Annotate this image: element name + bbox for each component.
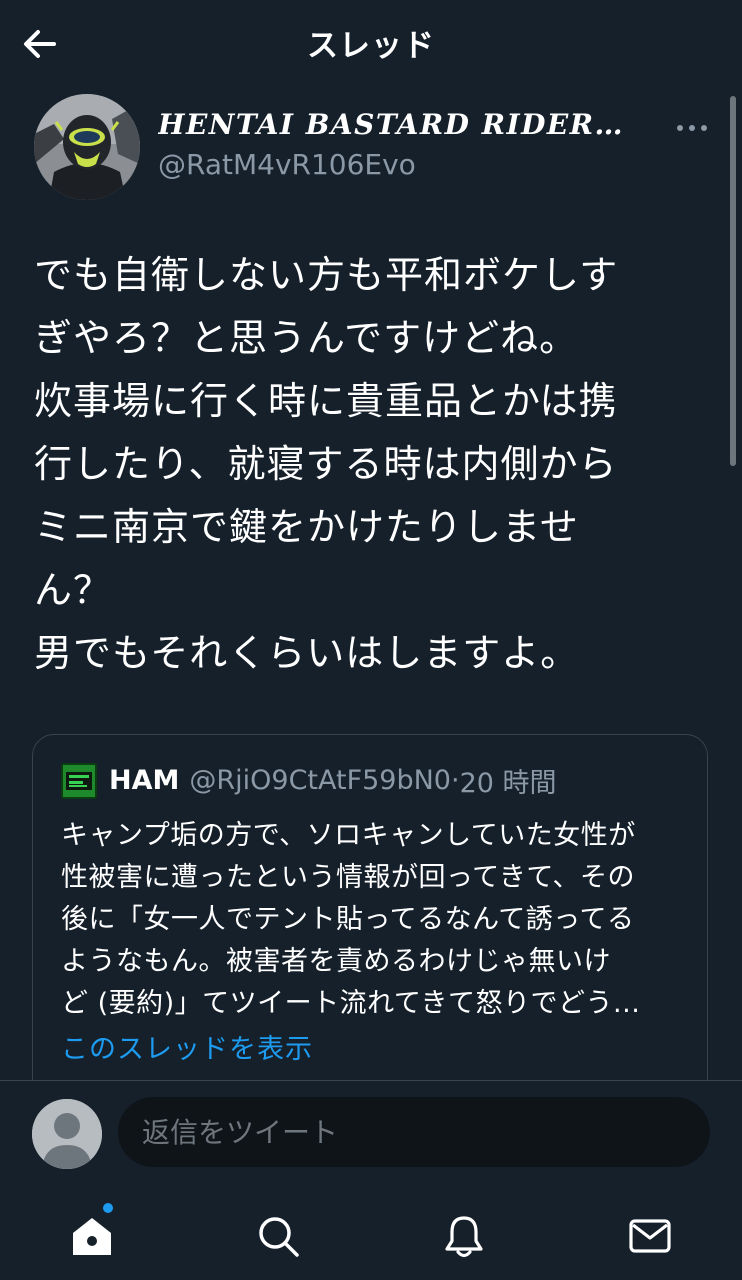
home-icon bbox=[73, 1218, 111, 1255]
tweet-text-line: ミニ南京で鍵をかけたりしませ bbox=[34, 505, 579, 549]
quoted-text-line: キャンプ垢の方で、ソロキャンしていた女性が bbox=[61, 820, 636, 851]
nav-home[interactable] bbox=[64, 1208, 120, 1264]
rider-avatar-image bbox=[34, 94, 140, 200]
nav-messages[interactable] bbox=[622, 1208, 678, 1264]
top-app-bar: スレッド bbox=[0, 0, 742, 88]
tweet-text: でも自衛しない方も平和ボケしす ぎやろ？と思うんですけどね。 炊事場に行く時に貴… bbox=[34, 244, 694, 685]
scrollbar-thumb[interactable] bbox=[730, 96, 736, 466]
tweet-text-line: 男でもそれくらいはしますよ。 bbox=[34, 631, 580, 675]
tweet-text-line: ん？ bbox=[34, 568, 113, 612]
quoted-tweet-text: キャンプ垢の方で、ソロキャンしていた女性が 性被害に遭ったという情報が回ってきて… bbox=[61, 815, 691, 1025]
default-avatar-icon bbox=[32, 1099, 102, 1169]
tweet-text-line: ぎやろ？と思うんですけどね。 bbox=[34, 316, 579, 360]
bell-icon bbox=[445, 1216, 483, 1258]
quoted-text-line: ど (要約)」てツイート流れてきて怒りでどう... bbox=[61, 988, 641, 1019]
page-title: スレッド bbox=[307, 28, 435, 64]
more-options-button[interactable] bbox=[672, 108, 712, 148]
author-avatar[interactable] bbox=[34, 94, 140, 200]
ham-avatar-image bbox=[61, 762, 97, 799]
tweet-text-line: 炊事場に行く時に貴重品とかは携 bbox=[34, 379, 618, 423]
nav-notifications[interactable] bbox=[436, 1208, 492, 1264]
separator-dot: · bbox=[451, 765, 460, 796]
quoted-timestamp: 20 時間 bbox=[459, 768, 557, 799]
unread-indicator bbox=[103, 1203, 113, 1213]
mail-icon bbox=[629, 1219, 671, 1253]
tweet-text-line: でも自衛しない方も平和ボケしす bbox=[34, 253, 619, 297]
quoted-author-name: HAM bbox=[109, 765, 180, 796]
tweet-text-line: 行したり、就寝する時は内側から bbox=[34, 442, 618, 486]
nav-search[interactable] bbox=[250, 1208, 306, 1264]
quoted-tweet-header: HAM @RjiO9CtAtF59bN0 · 20 時間 bbox=[61, 761, 557, 800]
user-avatar[interactable] bbox=[32, 1099, 102, 1169]
quoted-text-line: 後に「女一人でテント貼ってるなんて誘ってる bbox=[61, 904, 635, 935]
search-icon bbox=[259, 1217, 299, 1257]
quoted-text-line: ようなもん。被害者を責めるわけじゃ無いけ bbox=[61, 946, 611, 977]
thread-screen: スレッド HENTAI BASTARD RIDER©... @RatM4vR10… bbox=[0, 0, 742, 1280]
quoted-author-avatar bbox=[61, 762, 97, 799]
show-thread-link[interactable]: このスレッドを表示 bbox=[61, 1027, 313, 1066]
quoted-text-line: 性被害に遭ったという情報が回ってきて、その bbox=[61, 862, 635, 893]
more-horizontal-icon bbox=[677, 125, 707, 131]
author-handle[interactable]: @RatM4vR106Evo bbox=[158, 148, 416, 181]
reply-input[interactable] bbox=[118, 1097, 710, 1167]
author-display-name[interactable]: HENTAI BASTARD RIDER©... bbox=[158, 108, 644, 141]
quoted-tweet-card[interactable]: HAM @RjiO9CtAtF59bN0 · 20 時間 キャンプ垢の方で、ソロ… bbox=[32, 734, 708, 1114]
quoted-author-handle: @RjiO9CtAtF59bN0 bbox=[189, 765, 451, 796]
